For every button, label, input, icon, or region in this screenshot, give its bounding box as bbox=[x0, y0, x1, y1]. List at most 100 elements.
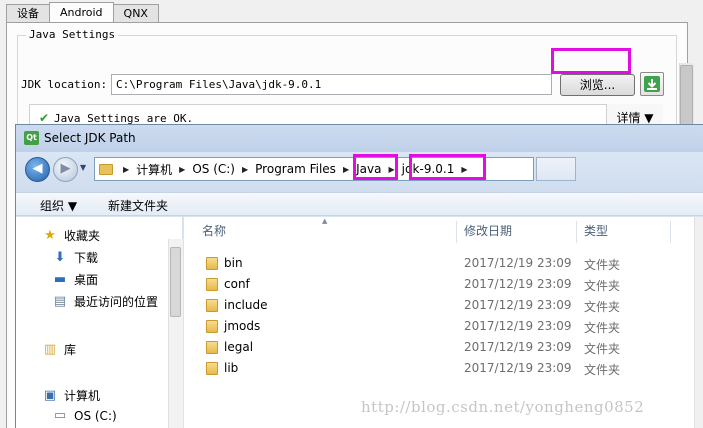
file-name: legal bbox=[224, 340, 254, 354]
file-row[interactable]: legal 2017/12/19 23:09 文件夹 bbox=[184, 337, 694, 358]
breadcrumb-jdk[interactable]: jdk-9.0.1 bbox=[399, 162, 458, 176]
file-modified: 2017/12/19 23:09 bbox=[464, 340, 572, 354]
column-name[interactable]: 名称 bbox=[202, 221, 226, 243]
column-type[interactable]: 类型 bbox=[584, 221, 608, 243]
file-modified: 2017/12/19 23:09 bbox=[464, 319, 572, 333]
file-name: include bbox=[224, 298, 268, 312]
qt-logo-icon: Qt bbox=[24, 131, 39, 145]
breadcrumb-program-files[interactable]: Program Files bbox=[252, 162, 339, 176]
download-icon bbox=[644, 76, 660, 92]
dialog-titlebar[interactable]: Qt Select JDK Path bbox=[16, 125, 703, 152]
download-folder-icon: ⬇ bbox=[54, 249, 66, 265]
address-refresh-area[interactable] bbox=[536, 157, 576, 181]
navigation-bar: ◀ ▶ ▼ ▶ 计算机 ▶ OS (C:) ▶ Program Files ▶ … bbox=[16, 152, 703, 192]
file-type: 文件夹 bbox=[584, 258, 621, 272]
breadcrumb-computer[interactable]: 计算机 bbox=[133, 161, 175, 178]
desktop-icon: ▬ bbox=[53, 271, 67, 287]
folder-icon bbox=[206, 257, 218, 270]
organize-menu[interactable]: 组织 ▼ bbox=[40, 197, 77, 214]
chevron-right-icon[interactable]: ▶ bbox=[339, 165, 353, 174]
file-name: bin bbox=[224, 256, 243, 270]
browse-button[interactable]: 浏览... bbox=[560, 74, 635, 96]
forward-button[interactable]: ▶ bbox=[53, 157, 78, 182]
file-modified: 2017/12/19 23:09 bbox=[464, 277, 572, 291]
watermark: http://blog.csdn.net/yongheng0852 bbox=[361, 398, 645, 416]
folder-icon bbox=[206, 362, 218, 375]
file-row[interactable]: bin 2017/12/19 23:09 文件夹 bbox=[184, 253, 694, 274]
file-row[interactable]: lib 2017/12/19 23:09 文件夹 bbox=[184, 358, 694, 379]
recent-places-icon: ▤ bbox=[53, 293, 67, 309]
computer-icon: ▣ bbox=[43, 387, 57, 403]
star-icon: ★ bbox=[44, 227, 56, 243]
folder-icon bbox=[206, 341, 218, 354]
chevron-right-icon[interactable]: ▶ bbox=[119, 165, 133, 174]
download-jdk-button[interactable] bbox=[640, 72, 664, 96]
group-title: Java Settings bbox=[26, 28, 119, 41]
folder-icon bbox=[206, 278, 218, 291]
nav-recent-label: 最近访问的位置 bbox=[74, 295, 159, 309]
breadcrumb-java[interactable]: Java bbox=[353, 162, 384, 176]
dialog-toolbar: 组织 ▼ 新建文件夹 bbox=[16, 192, 703, 216]
jdk-location-label: JDK location: bbox=[21, 78, 108, 91]
nav-downloads[interactable]: ⬇ 下载 bbox=[52, 249, 98, 266]
nav-favorites[interactable]: ★ 收藏夹 bbox=[42, 227, 100, 244]
column-divider[interactable] bbox=[670, 221, 671, 243]
column-divider[interactable] bbox=[576, 221, 577, 243]
tab-devices[interactable]: 设备 bbox=[6, 4, 50, 23]
column-divider[interactable] bbox=[456, 221, 457, 243]
library-icon: ▥ bbox=[43, 341, 57, 357]
nav-recent[interactable]: ▤ 最近访问的位置 bbox=[52, 293, 158, 310]
navigation-pane: ★ 收藏夹 ⬇ 下载 ▬ 桌面 ▤ 最近访问的位置 ▥ 库 ▣ 计算机 ▭ OS… bbox=[16, 217, 183, 428]
file-row[interactable]: jmods 2017/12/19 23:09 文件夹 bbox=[184, 316, 694, 337]
drive-icon: ▭ bbox=[53, 408, 67, 423]
file-list: ▲ 名称 修改日期 类型 bin 2017/12/19 23:09 文件夹 co… bbox=[184, 217, 703, 428]
chevron-right-icon[interactable]: ▶ bbox=[175, 165, 189, 174]
file-type: 文件夹 bbox=[584, 300, 621, 314]
file-modified: 2017/12/19 23:09 bbox=[464, 298, 572, 312]
nav-desktop-label: 桌面 bbox=[74, 273, 99, 287]
tab-qnx[interactable]: QNX bbox=[112, 4, 159, 23]
file-type: 文件夹 bbox=[584, 342, 621, 356]
nav-computer[interactable]: ▣ 计算机 bbox=[42, 387, 100, 404]
file-name: conf bbox=[224, 277, 250, 291]
file-list-scrollbar[interactable] bbox=[694, 217, 703, 428]
chevron-right-icon[interactable]: ▶ bbox=[457, 165, 471, 174]
jdk-location-field[interactable]: C:\Program Files\Java\jdk-9.0.1 bbox=[111, 74, 552, 95]
file-type: 文件夹 bbox=[584, 363, 621, 377]
history-dropdown-icon[interactable]: ▼ bbox=[80, 163, 86, 172]
dialog-title: Select JDK Path bbox=[44, 131, 136, 145]
nav-desktop[interactable]: ▬ 桌面 bbox=[52, 271, 98, 288]
nav-favorites-label: 收藏夹 bbox=[64, 229, 101, 243]
folder-icon bbox=[206, 299, 218, 312]
file-modified: 2017/12/19 23:09 bbox=[464, 361, 572, 375]
file-name: lib bbox=[224, 361, 239, 375]
file-type: 文件夹 bbox=[584, 321, 621, 335]
nav-downloads-label: 下载 bbox=[74, 251, 99, 265]
sort-ascending-icon: ▲ bbox=[322, 217, 328, 225]
breadcrumb-os-drive[interactable]: OS (C:) bbox=[189, 162, 238, 176]
arrow-left-icon: ◀ bbox=[32, 161, 43, 176]
file-row[interactable]: include 2017/12/19 23:09 文件夹 bbox=[184, 295, 694, 316]
folder-icon bbox=[206, 320, 218, 333]
chevron-right-icon[interactable]: ▶ bbox=[238, 165, 252, 174]
settings-tabbar: 设备 Android QNX bbox=[6, 2, 159, 24]
file-row[interactable]: conf 2017/12/19 23:09 文件夹 bbox=[184, 274, 694, 295]
arrow-right-icon: ▶ bbox=[60, 161, 71, 176]
nav-os-drive-label: OS (C:) bbox=[74, 409, 117, 423]
file-type: 文件夹 bbox=[584, 279, 621, 293]
select-jdk-dialog: Qt Select JDK Path ◀ ▶ ▼ ▶ 计算机 ▶ OS (C:)… bbox=[15, 124, 703, 428]
chevron-right-icon[interactable]: ▶ bbox=[384, 165, 398, 174]
tab-android[interactable]: Android bbox=[49, 2, 114, 23]
file-name: jmods bbox=[224, 319, 261, 333]
nav-libraries-label: 库 bbox=[64, 343, 77, 357]
file-modified: 2017/12/19 23:09 bbox=[464, 256, 572, 270]
address-bar[interactable]: ▶ 计算机 ▶ OS (C:) ▶ Program Files ▶ Java ▶… bbox=[94, 157, 534, 181]
nav-computer-label: 计算机 bbox=[64, 389, 101, 403]
nav-os-drive[interactable]: ▭ OS (C:) bbox=[52, 408, 117, 424]
nav-libraries[interactable]: ▥ 库 bbox=[42, 341, 76, 358]
folder-icon bbox=[99, 163, 113, 175]
new-folder-button[interactable]: 新建文件夹 bbox=[108, 197, 168, 214]
back-button[interactable]: ◀ bbox=[25, 157, 50, 182]
nav-pane-scrollbar-thumb[interactable] bbox=[170, 247, 181, 317]
column-modified[interactable]: 修改日期 bbox=[464, 221, 512, 243]
